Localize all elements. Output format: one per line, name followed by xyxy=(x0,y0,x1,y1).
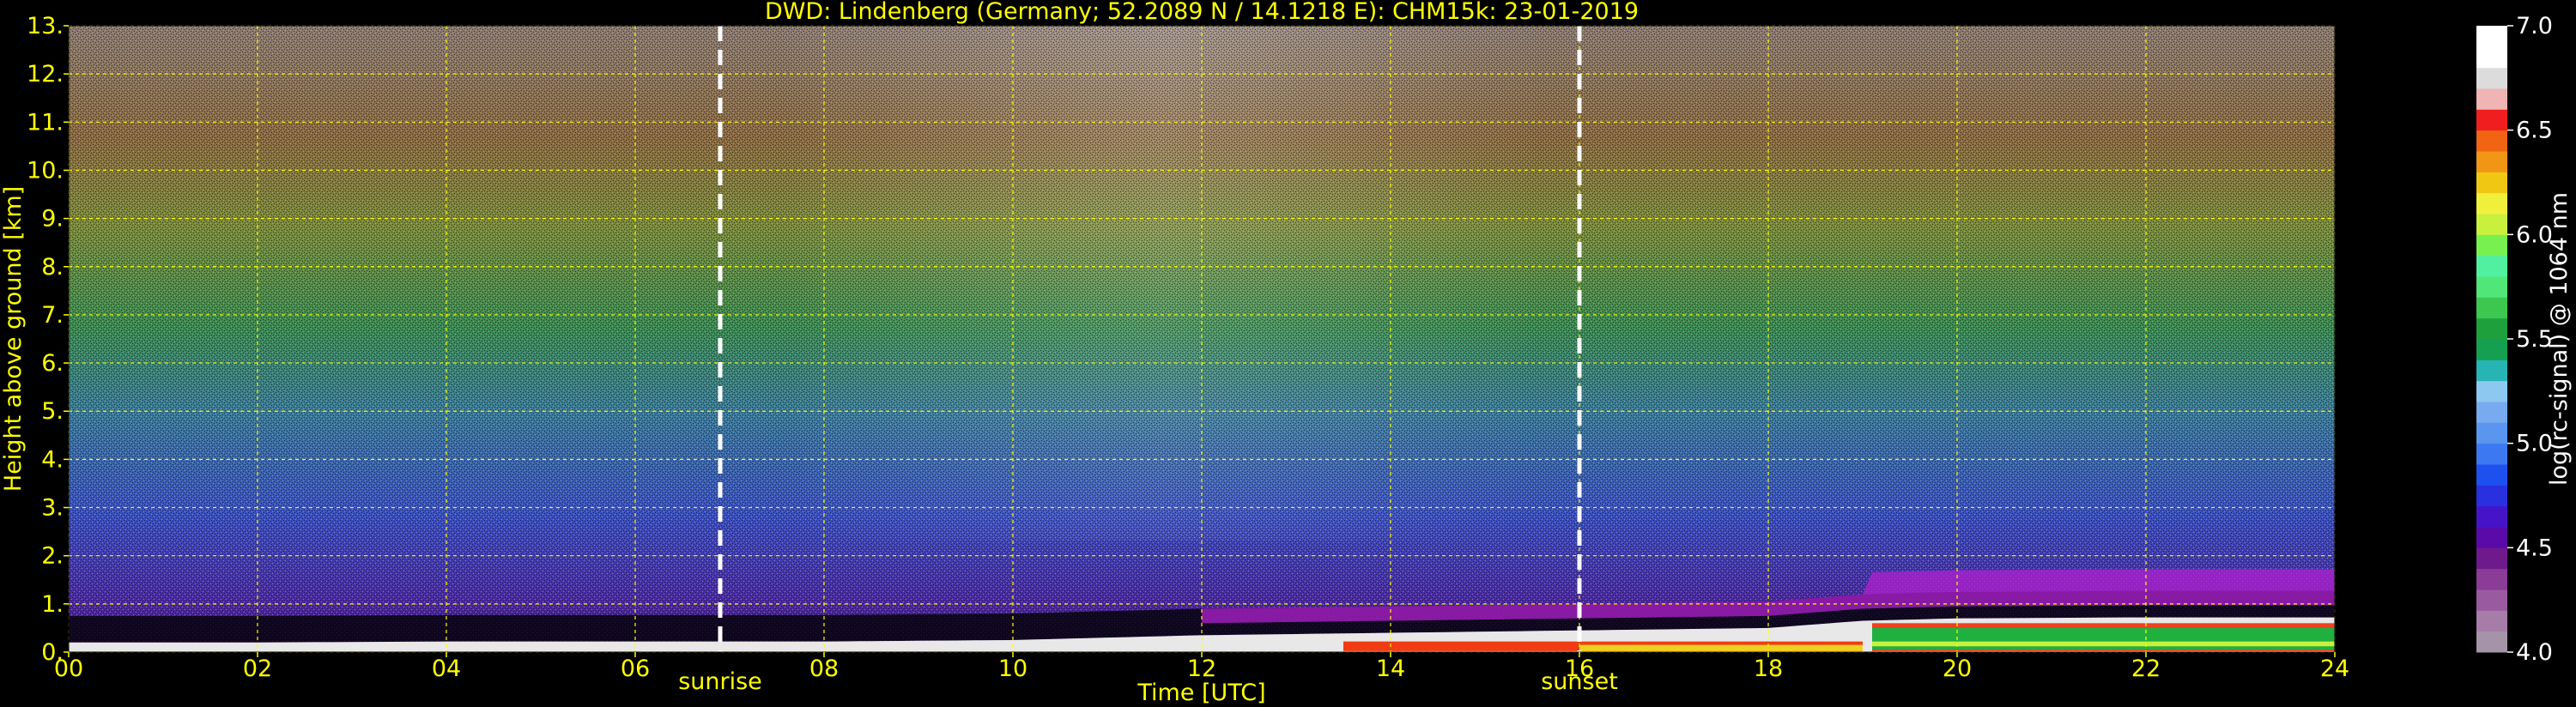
y-tick-label: 5. xyxy=(41,398,64,425)
sun-marker-label: sunrise xyxy=(678,668,762,695)
x-tick-label: 22 xyxy=(2131,656,2161,682)
colorbar-segment xyxy=(2476,443,2507,465)
x-tick-label: 18 xyxy=(1754,656,1783,682)
colorbar-segment xyxy=(2476,505,2507,528)
colorbar-tick-label: 4.5 xyxy=(2516,535,2553,561)
x-tick-label: 02 xyxy=(243,656,272,682)
colorbar-segment xyxy=(2476,151,2507,172)
colorbar-segment xyxy=(2476,130,2507,152)
colorbar-segment xyxy=(2476,172,2507,194)
colorbar-segment xyxy=(2476,109,2507,131)
y-tick-label: 10. xyxy=(27,157,64,184)
y-tick-label: 0. xyxy=(41,639,64,666)
y-tick-label: 9. xyxy=(41,206,64,233)
colorbar-segment xyxy=(2476,360,2507,382)
colorbar-segment xyxy=(2476,214,2507,235)
x-tick-label: 08 xyxy=(809,656,839,682)
evening-green-layer xyxy=(1872,627,2335,650)
colorbar-segment xyxy=(2476,631,2507,653)
colorbar-segment xyxy=(2476,422,2507,444)
colorbar-segment xyxy=(2476,276,2507,298)
colorbar-segment xyxy=(2476,527,2507,548)
noise-texture xyxy=(69,26,2335,652)
colorbar-segment xyxy=(2476,380,2507,402)
x-tick-label: 24 xyxy=(2320,656,2349,682)
colorbar-segment xyxy=(2476,255,2507,277)
colorbar-segment xyxy=(2476,88,2507,110)
y-tick-label: 12. xyxy=(27,61,64,88)
colorbar-segment xyxy=(2476,26,2507,47)
colorbar-tick-label: 4.0 xyxy=(2516,639,2553,666)
colorbar-segment xyxy=(2476,339,2507,360)
x-tick-label: 04 xyxy=(432,656,461,682)
y-tick-label: 4. xyxy=(41,446,64,473)
y-tick-label: 8. xyxy=(41,254,64,281)
x-axis-label: Time [UTC] xyxy=(1136,680,1265,706)
colorbar-segment xyxy=(2476,402,2507,423)
aerosol-yellow-layer xyxy=(1579,644,1863,651)
evening-lime-band xyxy=(1872,641,2335,647)
y-tick-label: 7. xyxy=(41,302,64,329)
y-axis-label: Height above ground [km] xyxy=(0,186,27,492)
y-axis-ticks: 0. 1. 2. 3. 4. 5. 6. 7. 8. 9. 10. 11. 12. 13. xyxy=(27,13,69,666)
colorbar-segment xyxy=(2476,297,2507,319)
chart-title: DWD: Lindenberg (Germany; 52.2089 N / 14… xyxy=(765,0,1639,25)
y-tick-label: 13. xyxy=(27,13,64,39)
colorbar-segment xyxy=(2476,234,2507,257)
x-tick-label: 14 xyxy=(1376,656,1405,682)
colorbar-segment xyxy=(2476,192,2507,215)
colorbar-segment xyxy=(2476,568,2507,590)
colorbar-segment xyxy=(2476,589,2507,611)
x-tick-label: 10 xyxy=(998,656,1027,682)
x-tick-label: 16 xyxy=(1565,656,1594,682)
x-tick-label: 12 xyxy=(1187,656,1216,682)
x-tick-label: 20 xyxy=(1943,656,1972,682)
x-tick-label: 06 xyxy=(621,656,650,682)
colorbar-tick-label: 7.0 xyxy=(2516,13,2553,39)
y-tick-label: 6. xyxy=(41,350,64,377)
plot-area: sunrise sunset xyxy=(68,25,2336,695)
colorbar-segment xyxy=(2476,67,2507,89)
y-tick-label: 1. xyxy=(41,591,64,618)
y-tick-label: 2. xyxy=(41,543,64,570)
ceilometer-chart: sunrise sunset DWD: Lindenberg (Germany; … xyxy=(0,0,2573,706)
colorbar-tick-label: 6.5 xyxy=(2516,118,2553,144)
y-tick-label: 3. xyxy=(41,495,64,522)
colorbar xyxy=(2476,26,2507,653)
colorbar-segment xyxy=(2476,464,2507,486)
x-axis-ticks: 00 02 04 06 08 10 12 14 16 18 20 22 24 xyxy=(54,652,2349,682)
colorbar-segment xyxy=(2476,547,2507,570)
colorbar-label: log(rc-signal) @ 1064 nm xyxy=(2546,192,2573,486)
colorbar-segment xyxy=(2476,317,2507,340)
colorbar-segment xyxy=(2476,485,2507,507)
colorbar-segment xyxy=(2476,610,2507,632)
colorbar-segment xyxy=(2476,46,2507,69)
y-tick-label: 11. xyxy=(27,109,64,136)
